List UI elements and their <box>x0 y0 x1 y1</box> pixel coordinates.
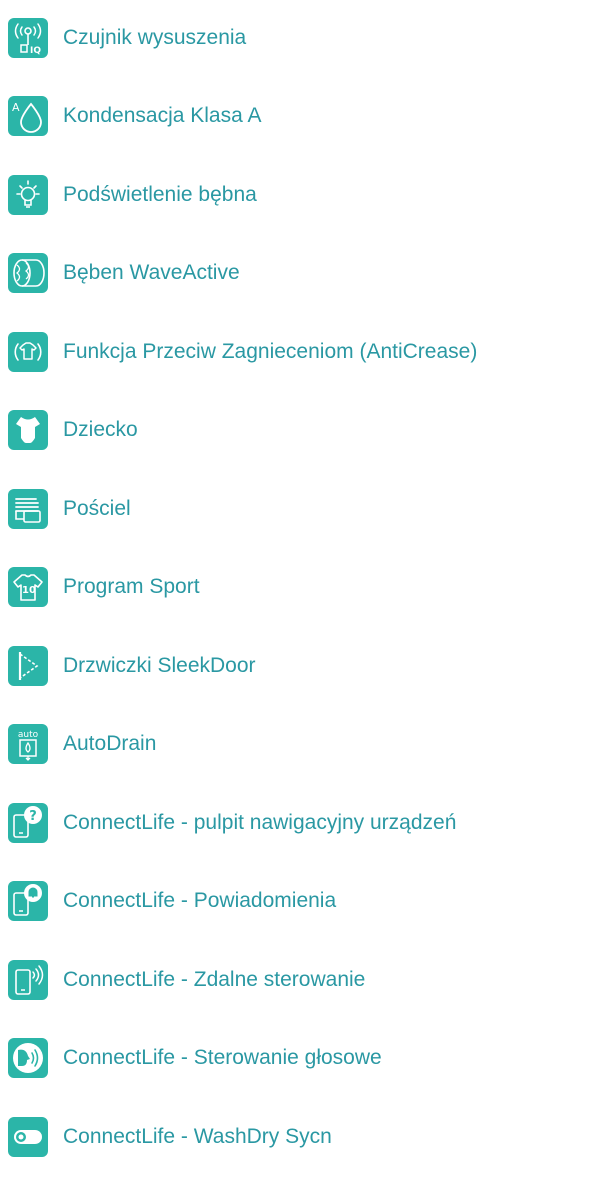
humidity-sensor-iq-icon: IQ <box>8 18 48 58</box>
bedding-stack-icon <box>8 489 48 529</box>
svg-text:?: ? <box>29 809 37 824</box>
feature-item-waveactive: Bęben WaveActive <box>0 243 603 303</box>
feature-label: Drzwiczki SleekDoor <box>63 654 256 677</box>
feature-label: ConnectLife - Zdalne sterowanie <box>63 968 366 991</box>
svg-text:10: 10 <box>22 585 36 596</box>
svg-text:A: A <box>12 101 20 114</box>
feature-label: Bęben WaveActive <box>63 261 240 284</box>
sleekdoor-icon <box>8 646 48 686</box>
feature-label: ConnectLife - Sterowanie głosowe <box>63 1046 382 1069</box>
svg-text:auto: auto <box>18 730 39 740</box>
feature-item-voice-control: ConnectLife - Sterowanie głosowe <box>0 1028 603 1088</box>
feature-item-dashboard: ? ConnectLife - pulpit nawigacyjny urząd… <box>0 793 603 853</box>
feature-label: Dziecko <box>63 418 138 441</box>
feature-item-sport: 10 Program Sport <box>0 557 603 617</box>
phone-question-icon: ? <box>8 803 48 843</box>
feature-item-autodrain: auto AutoDrain <box>0 714 603 774</box>
phone-remote-control-icon <box>8 960 48 1000</box>
feature-item-remote-control: ConnectLife - Zdalne sterowanie <box>0 950 603 1010</box>
feature-item-condensation: A Kondensacja Klasa A <box>0 86 603 146</box>
feature-label: ConnectLife - Powiadomienia <box>63 889 337 912</box>
waveactive-drum-icon <box>8 253 48 293</box>
sport-jersey-10-icon: 10 <box>8 567 48 607</box>
feature-item-bedding: Pościel <box>0 479 603 539</box>
svg-text:IQ: IQ <box>30 46 41 56</box>
feature-label: Funkcja Przeciw Zagnieceniom (AntiCrease… <box>63 340 478 363</box>
anticrease-shirt-icon <box>8 332 48 372</box>
feature-item-baby: Dziecko <box>0 400 603 460</box>
feature-label: Pościel <box>63 497 131 520</box>
feature-label: Kondensacja Klasa A <box>63 104 262 127</box>
feature-item-washdry-sync: ConnectLife - WashDry Sycn <box>0 1107 603 1167</box>
phone-notification-bell-icon <box>8 881 48 921</box>
feature-label: ConnectLife - WashDry Sycn <box>63 1125 332 1148</box>
feature-label: AutoDrain <box>63 732 157 755</box>
voice-control-icon <box>8 1038 48 1078</box>
autodrain-icon: auto <box>8 724 48 764</box>
feature-label: Podświetlenie bębna <box>63 183 257 206</box>
baby-bodysuit-icon <box>8 410 48 450</box>
feature-item-sleekdoor: Drzwiczki SleekDoor <box>0 636 603 696</box>
feature-label: Czujnik wysuszenia <box>63 26 247 49</box>
feature-item-drying-sensor: IQ Czujnik wysuszenia <box>0 8 603 68</box>
feature-item-anticrease: Funkcja Przeciw Zagnieceniom (AntiCrease… <box>0 322 603 382</box>
feature-label: ConnectLife - pulpit nawigacyjny urządze… <box>63 811 457 834</box>
drum-light-bulb-icon <box>8 175 48 215</box>
condensation-class-a-icon: A <box>8 96 48 136</box>
feature-label: Program Sport <box>63 575 200 598</box>
washdry-sync-toggle-icon <box>8 1117 48 1157</box>
feature-item-notifications: ConnectLife - Powiadomienia <box>0 871 603 931</box>
feature-item-drum-light: Podświetlenie bębna <box>0 165 603 225</box>
